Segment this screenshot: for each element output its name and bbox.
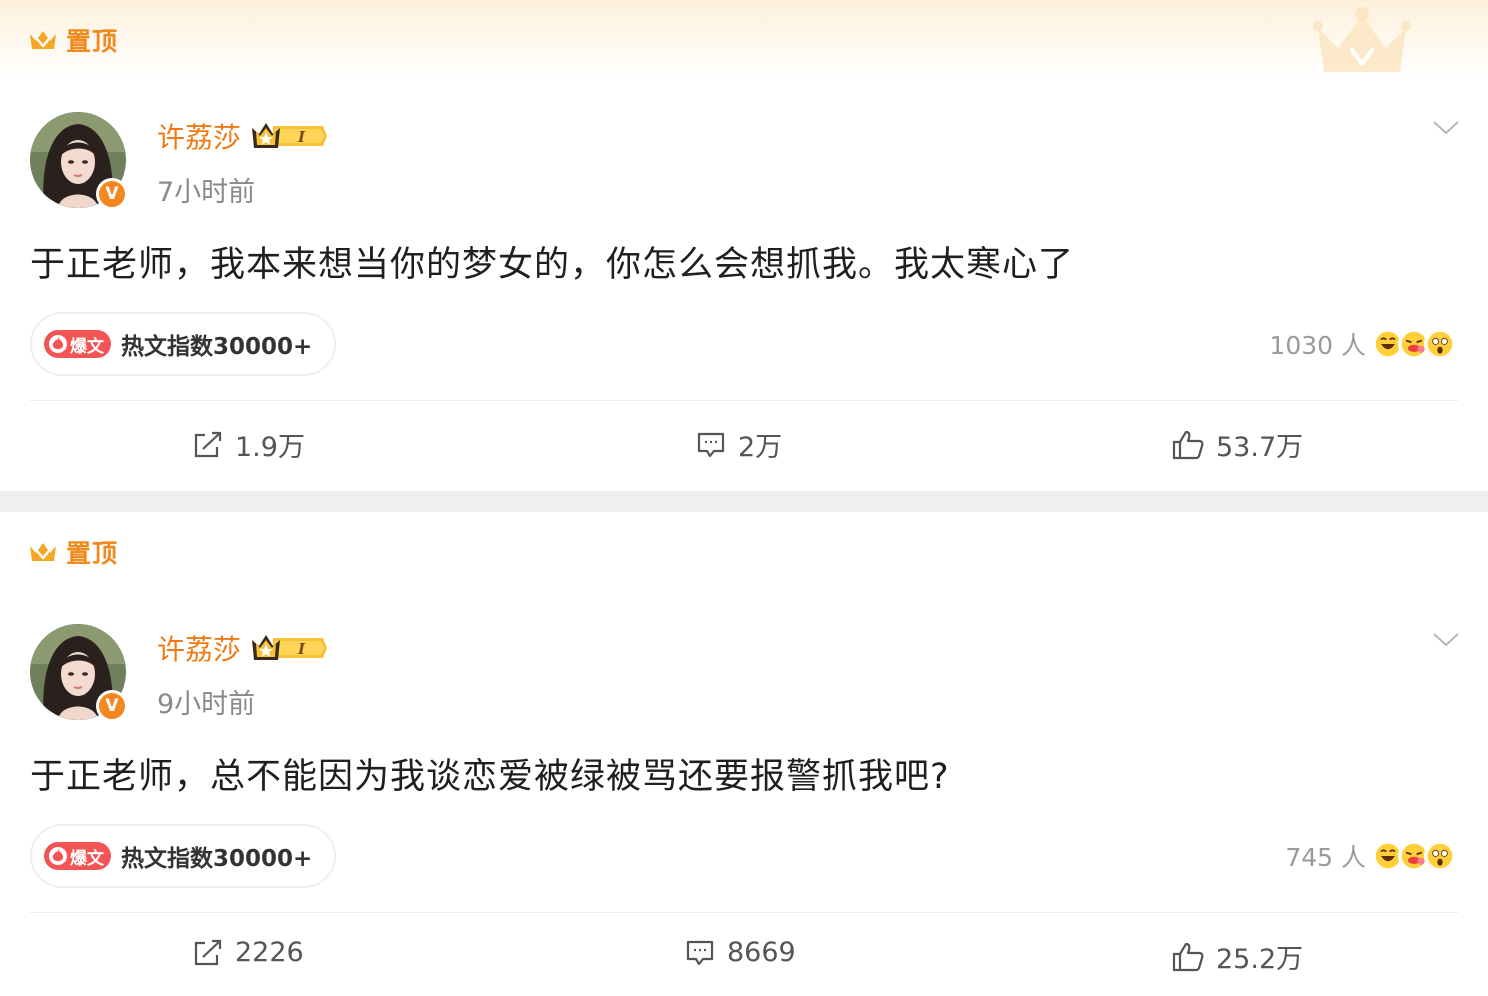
divider xyxy=(30,912,1458,913)
pin-banner: 置顶 xyxy=(0,0,1488,76)
crown-watermark-icon xyxy=(1313,7,1411,72)
verified-v-icon: V xyxy=(96,690,128,722)
pin-label: 置顶 xyxy=(66,539,119,568)
pin-banner: 置顶 xyxy=(0,512,1488,588)
repost-button[interactable]: 1.9万 xyxy=(193,425,305,464)
author-row: 许荔莎 I xyxy=(157,628,328,668)
like-count: 25.2万 xyxy=(1216,944,1304,975)
post-card[interactable]: 置顶 V 许荔莎 I 7小时前 于正老师，我本来想当你的梦女的，你怎么会想抓我。… xyxy=(0,0,1488,491)
crown-icon xyxy=(30,543,56,561)
flame-icon xyxy=(49,335,67,353)
post-time: 9小时前 xyxy=(157,689,256,720)
repost-button[interactable]: 2226 xyxy=(193,937,304,968)
like-button[interactable]: 25.2万 xyxy=(1172,937,1303,976)
user-name[interactable]: 许荔莎 xyxy=(157,116,241,156)
reaction-count: 745 人 xyxy=(1285,843,1366,872)
post-time: 7小时前 xyxy=(157,177,256,208)
repost-count: 2226 xyxy=(235,937,304,968)
comment-button[interactable]: 8669 xyxy=(685,937,796,968)
author-row: 许荔莎 I xyxy=(157,116,328,156)
reactions[interactable]: 745 人 xyxy=(1285,838,1456,874)
shocked-emoji-icon xyxy=(1424,328,1456,360)
hot-index-text: 热文指数30000+ xyxy=(121,334,313,360)
reaction-count: 1030 人 xyxy=(1269,331,1366,360)
crown-icon xyxy=(30,31,56,49)
hot-index-pill[interactable]: 爆文 热文指数30000+ xyxy=(30,312,337,376)
post-separator xyxy=(0,491,1488,512)
hot-tag: 爆文 xyxy=(44,842,111,870)
comment-count: 2万 xyxy=(738,432,783,463)
post-content: 于正老师，我本来想当你的梦女的，你怎么会想抓我。我太寒心了 xyxy=(30,245,1075,285)
repost-icon xyxy=(194,431,222,457)
comment-icon xyxy=(697,432,725,457)
comment-count: 8669 xyxy=(727,937,796,968)
comment-icon xyxy=(686,940,714,965)
hot-tag: 爆文 xyxy=(44,330,111,358)
post-card[interactable]: 置顶 V 许荔莎 I 9小时前 于正老师，总不能因为我谈恋爱被绿被骂还要报警抓我… xyxy=(0,512,1488,996)
pin-indicator: 置顶 xyxy=(28,534,118,570)
hot-index-text: 热文指数30000+ xyxy=(121,846,313,872)
post-content: 于正老师，总不能因为我谈恋爱被绿被骂还要报警抓我吧? xyxy=(30,757,950,797)
like-button[interactable]: 53.7万 xyxy=(1172,425,1303,464)
svg-text:I: I xyxy=(297,128,306,146)
vip-crown-icon[interactable]: I xyxy=(251,120,328,152)
like-icon xyxy=(1172,942,1204,971)
reaction-emojis xyxy=(1372,840,1456,872)
hot-tag-label: 爆文 xyxy=(70,336,104,357)
flame-icon xyxy=(49,847,67,865)
like-count: 53.7万 xyxy=(1216,432,1304,463)
hot-tag-label: 爆文 xyxy=(70,848,104,869)
reaction-emojis xyxy=(1372,328,1456,360)
chevron-down-icon[interactable] xyxy=(1432,630,1460,650)
like-icon xyxy=(1172,430,1204,459)
repost-icon xyxy=(194,939,222,965)
pin-indicator: 置顶 xyxy=(28,22,118,58)
svg-text:I: I xyxy=(297,640,306,658)
pin-label: 置顶 xyxy=(66,27,119,56)
verified-v-icon: V xyxy=(96,178,128,210)
vip-crown-icon[interactable]: I xyxy=(251,632,328,664)
hot-index-pill[interactable]: 爆文 热文指数30000+ xyxy=(30,824,337,888)
comment-button[interactable]: 2万 xyxy=(696,425,782,464)
reactions[interactable]: 1030 人 xyxy=(1269,326,1456,362)
chevron-down-icon[interactable] xyxy=(1432,118,1460,138)
repost-count: 1.9万 xyxy=(235,432,305,463)
shocked-emoji-icon xyxy=(1424,840,1456,872)
user-name[interactable]: 许荔莎 xyxy=(157,628,241,668)
divider xyxy=(30,400,1458,401)
